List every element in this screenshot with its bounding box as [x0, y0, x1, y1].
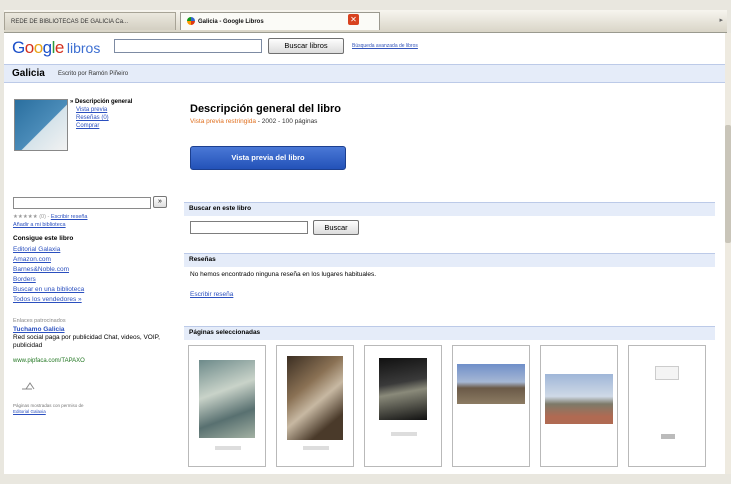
book-title-bar: Galicia Escrito por Ramón Piñeiro [4, 64, 725, 83]
page-number [303, 446, 329, 450]
search-in-book-section: Buscar en este libro [184, 202, 715, 216]
seller-link[interactable]: Barnes&Noble.com [13, 265, 84, 275]
page-thumbnail[interactable] [364, 345, 442, 467]
tab-scroll-icon[interactable]: ▸ [719, 16, 723, 24]
publisher-note: Páginas mostradas con permiso de Editori… [13, 403, 163, 415]
seller-link[interactable]: Editorial Galaxia [13, 245, 84, 255]
seller-link[interactable]: Borders [13, 275, 84, 285]
product-name: libros [66, 40, 101, 56]
inside-search-button[interactable]: » [153, 196, 167, 208]
page-number [661, 434, 675, 439]
page-number [215, 446, 241, 450]
book-nav: » Descripción general Vista previa Reseñ… [70, 98, 132, 130]
page-thumbnail[interactable] [188, 345, 266, 467]
seller-link[interactable]: Todos los vendedores » [13, 295, 84, 305]
tab-bar: REDE DE BIBLIOTECAS DE GALICIA Ca... Gal… [4, 10, 727, 33]
section-heading: Páginas seleccionadas [189, 329, 261, 336]
nav-reviews-link[interactable]: Reseñas (0) [76, 114, 132, 122]
page-image [199, 360, 255, 438]
advanced-search-link[interactable]: Búsqueda avanzada de libros [352, 43, 418, 49]
sponsored-heading: Enlaces patrocinados [13, 318, 66, 324]
book-title: Galicia [12, 68, 45, 79]
no-reviews-text: No hemos encontrado ninguna reseña en lo… [190, 271, 377, 278]
rating-count: (0) [39, 214, 46, 220]
sponsored-link[interactable]: Tuchamo Galicia [13, 326, 65, 333]
search-input[interactable] [114, 39, 262, 53]
publisher-note-text: Páginas mostradas con permiso de [13, 403, 84, 408]
inside-search-input[interactable] [13, 197, 151, 209]
page-number [391, 432, 417, 436]
book-author: Escrito por Ramón Piñeiro [58, 71, 129, 77]
book-search-button[interactable]: Buscar [313, 220, 359, 235]
page-thumbnail[interactable] [276, 345, 354, 467]
seller-link[interactable]: Amazon.com [13, 255, 84, 265]
write-review-link[interactable]: Escribir reseña [190, 291, 233, 298]
overview-subtitle: Vista previa restringida - 2002 - 100 pá… [190, 118, 317, 125]
page-thumbnail[interactable] [452, 345, 530, 467]
scrollbar-thumb[interactable] [725, 125, 731, 243]
add-to-library-link[interactable]: Añadir a mi biblioteca [13, 222, 66, 228]
selected-pages-section: Páginas seleccionadas [184, 326, 715, 340]
vertical-scrollbar[interactable] [725, 33, 731, 474]
overview-title: Descripción general del libro [190, 103, 341, 115]
browser-window: REDE DE BIBLIOTECAS DE GALICIA Ca... Gal… [0, 0, 731, 484]
sponsored-url[interactable]: www.pipfaca.com/TAPAXO [13, 358, 85, 364]
nav-preview-link[interactable]: Vista previa [76, 106, 132, 114]
page-image [655, 366, 679, 380]
page-thumbnail[interactable] [628, 345, 706, 467]
page-content: Google libros Buscar libros Búsqueda avan… [4, 33, 725, 474]
publisher-logo-icon [22, 382, 35, 390]
tab-rede-bibliotecas[interactable]: REDE DE BIBLIOTECAS DE GALICIA Ca... [4, 12, 176, 30]
reviews-section: Reseñas [184, 253, 715, 267]
page-thumbnails [188, 345, 718, 474]
section-heading: Buscar en este libro [189, 205, 252, 212]
book-cover[interactable] [14, 99, 68, 151]
year-pages: - 2002 - 100 páginas [256, 118, 318, 125]
section-heading: Reseñas [189, 256, 216, 263]
close-tab-icon[interactable]: ✕ [348, 14, 359, 25]
page-image [379, 358, 427, 420]
write-review-link[interactable]: Escribir reseña [51, 214, 88, 220]
rating-stars: ★★★★★ [13, 214, 38, 220]
sponsored-text: Red social paga por publicidad Chat, vid… [13, 334, 160, 349]
page-thumbnail[interactable] [540, 345, 618, 467]
search-books-button[interactable]: Buscar libros [268, 38, 344, 54]
seller-link[interactable]: Buscar en una biblioteca [13, 285, 84, 295]
publisher-link[interactable]: Editorial Galaxia [13, 409, 46, 414]
seller-list: Editorial Galaxia Amazon.com Barnes&Nobl… [13, 245, 84, 305]
book-preview-button[interactable]: Vista previa del libro [190, 146, 346, 170]
nav-overview: » Descripción general [70, 99, 133, 105]
page-image [457, 364, 525, 404]
limited-preview-label: Vista previa restringida [190, 118, 256, 125]
google-favicon-icon [187, 17, 195, 26]
google-libros-logo[interactable]: Google libros [12, 38, 100, 58]
nav-buy-link[interactable]: Comprar [76, 122, 132, 130]
tab-label: REDE DE BIBLIOTECAS DE GALICIA Ca... [11, 19, 129, 25]
tab-label: Galicia - Google Libros [198, 19, 264, 25]
rating: ★★★★★ (0) - Escribir reseña [13, 214, 88, 220]
page-image [287, 356, 343, 440]
page-image [545, 374, 613, 424]
get-book-heading: Consigue este libro [13, 235, 74, 242]
book-search-input[interactable] [190, 221, 308, 234]
